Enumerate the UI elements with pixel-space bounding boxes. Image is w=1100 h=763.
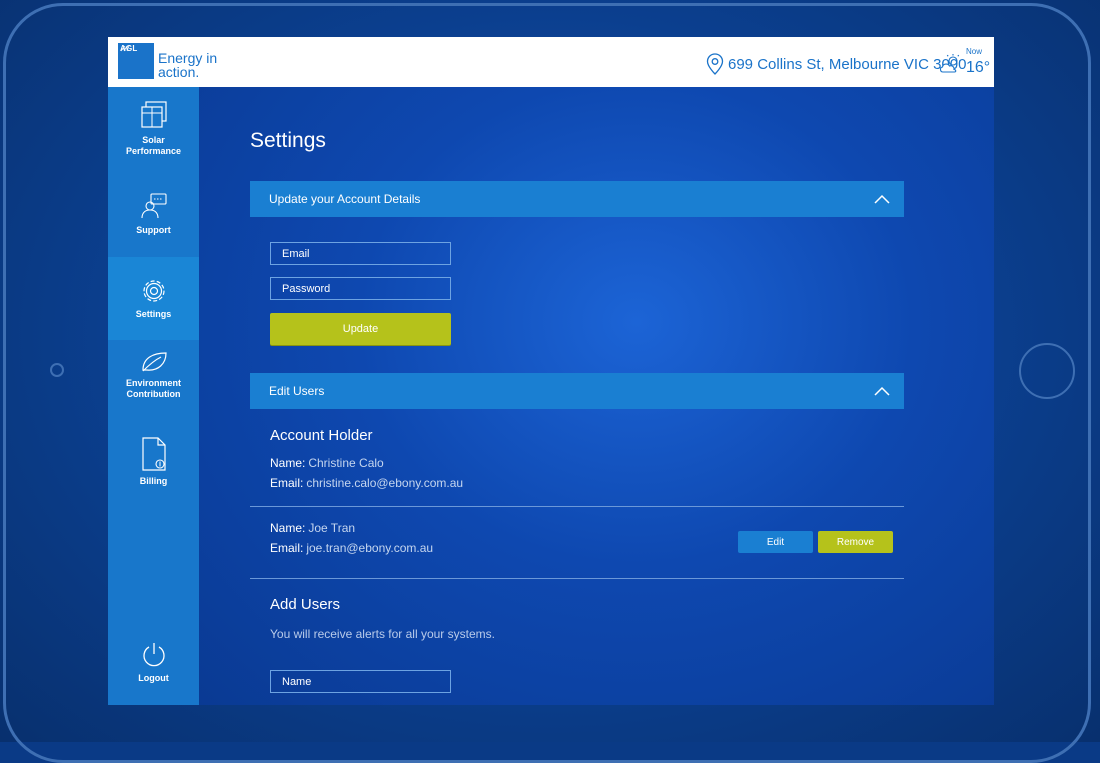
user-email-row: Email: joe.tran@ebony.com.au bbox=[270, 541, 433, 555]
email-label: Email: bbox=[270, 541, 304, 555]
holder-name: Christine Calo bbox=[308, 456, 384, 470]
new-user-name-field[interactable]: Name bbox=[270, 670, 451, 693]
email-placeholder: Email bbox=[282, 247, 310, 260]
section-title: Edit Users bbox=[269, 384, 325, 398]
logo-tagline: Energy in action. bbox=[158, 51, 217, 79]
home-button[interactable] bbox=[1019, 343, 1075, 399]
alerts-note: You will receive alerts for all your sys… bbox=[270, 627, 495, 641]
password-placeholder: Password bbox=[282, 282, 331, 295]
sidebar-label: Contribution bbox=[126, 389, 181, 399]
sidebar-item-environment-contribution[interactable]: Environment Contribution bbox=[108, 350, 199, 406]
sidebar-label: Environment bbox=[125, 378, 181, 388]
address-text: 699 Collins St, Melbourne VIC 3000 bbox=[728, 55, 967, 73]
chevron-up-icon[interactable] bbox=[874, 386, 890, 396]
account-details-header[interactable]: Update your Account Details bbox=[250, 181, 904, 217]
sidebar-item-support[interactable]: Support bbox=[108, 191, 199, 243]
sidebar: Solar Performance Support Settings Envir… bbox=[108, 87, 199, 705]
email-field[interactable]: Email bbox=[270, 242, 451, 265]
weather-now-label: Now bbox=[966, 47, 983, 56]
sidebar-label: Billing bbox=[139, 476, 168, 486]
location-address[interactable]: 699 Collins St, Melbourne VIC 3000 bbox=[706, 52, 966, 76]
divider bbox=[250, 506, 904, 507]
sidebar-item-settings[interactable]: Settings bbox=[108, 257, 199, 340]
tagline-line1: Energy in bbox=[158, 50, 218, 66]
support-agent-icon bbox=[140, 193, 167, 219]
leaf-icon bbox=[141, 352, 167, 372]
main-content: Settings Update your Account Details Ema… bbox=[199, 87, 994, 705]
temperature: 16° bbox=[966, 59, 991, 76]
page-title: Settings bbox=[250, 129, 326, 152]
holder-email-row: Email: christine.calo@ebony.com.au bbox=[270, 476, 463, 490]
user-email: joe.tran@ebony.com.au bbox=[306, 541, 434, 555]
bill-icon bbox=[141, 437, 166, 471]
section-title: Update your Account Details bbox=[269, 192, 421, 206]
user-name: Joe Tran bbox=[308, 521, 356, 535]
tagline-line2: action. bbox=[158, 64, 200, 80]
edit-user-button[interactable]: Edit bbox=[738, 531, 813, 553]
weather-values: Now 16° bbox=[966, 47, 991, 77]
name-label: Name: bbox=[270, 521, 306, 535]
password-field[interactable]: Password bbox=[270, 277, 451, 300]
tablet-frame: AGL Energy in action. 699 Collins St, Me… bbox=[0, 0, 1100, 763]
update-button[interactable]: Update bbox=[270, 313, 451, 345]
sidebar-item-billing[interactable]: Billing bbox=[108, 436, 199, 492]
user-name-row: Name: Joe Tran bbox=[270, 521, 355, 535]
location-pin-icon bbox=[706, 53, 724, 75]
logout-button[interactable]: Logout bbox=[108, 641, 199, 687]
sidebar-label: Solar bbox=[142, 135, 165, 145]
weather-widget[interactable]: Now 16° bbox=[938, 47, 990, 81]
logout-label: Logout bbox=[138, 673, 169, 683]
solar-panel-icon bbox=[140, 101, 167, 128]
holder-email: christine.calo@ebony.com.au bbox=[306, 476, 464, 490]
divider bbox=[250, 578, 904, 579]
partly-cloudy-icon bbox=[939, 54, 961, 73]
chevron-up-icon[interactable] bbox=[874, 194, 890, 204]
camera-icon bbox=[50, 363, 64, 377]
agl-logo[interactable]: AGL bbox=[118, 43, 154, 79]
add-users-heading: Add Users bbox=[270, 596, 341, 613]
app-screen: AGL Energy in action. 699 Collins St, Me… bbox=[108, 37, 994, 705]
email-label: Email: bbox=[270, 476, 304, 490]
name-placeholder: Name bbox=[282, 675, 312, 688]
sidebar-label: Settings bbox=[135, 309, 172, 319]
gear-icon bbox=[142, 280, 165, 302]
sidebar-label: Support bbox=[136, 225, 171, 235]
edit-users-header[interactable]: Edit Users bbox=[250, 373, 904, 409]
power-icon bbox=[142, 643, 165, 667]
sidebar-label: Performance bbox=[125, 146, 182, 156]
account-holder-heading: Account Holder bbox=[270, 427, 373, 444]
holder-name-row: Name: Christine Calo bbox=[270, 456, 384, 470]
name-label: Name: bbox=[270, 456, 306, 470]
logo-rays-icon bbox=[120, 45, 130, 52]
sidebar-item-solar-performance[interactable]: Solar Performance bbox=[108, 99, 199, 161]
top-bar: AGL Energy in action. 699 Collins St, Me… bbox=[108, 37, 994, 87]
remove-user-button[interactable]: Remove bbox=[818, 531, 893, 553]
